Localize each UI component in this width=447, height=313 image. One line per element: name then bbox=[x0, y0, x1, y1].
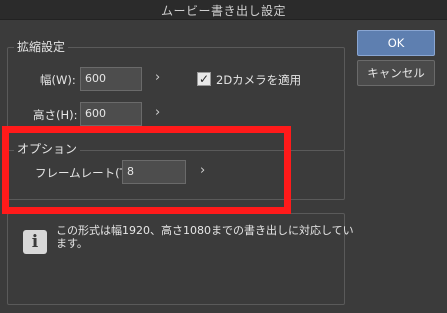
ok-button[interactable]: OK bbox=[357, 30, 435, 56]
scaling-group-label: 拡縮設定 bbox=[14, 40, 69, 54]
options-group-label: オプション bbox=[14, 142, 81, 156]
width-expand-chevron-icon[interactable]: › bbox=[155, 71, 160, 85]
apply-2d-camera-label[interactable]: 2Dカメラを適用 bbox=[216, 73, 301, 87]
info-icon: i bbox=[23, 230, 47, 254]
frame-rate-input[interactable]: 8 bbox=[122, 160, 186, 184]
width-input[interactable]: 600 bbox=[80, 67, 142, 91]
width-label: 幅(W): bbox=[40, 73, 76, 87]
checkmark-icon: ✓ bbox=[198, 72, 210, 86]
apply-2d-camera-checkbox[interactable]: ✓ bbox=[197, 72, 211, 86]
height-label: 高さ(H): bbox=[33, 108, 78, 122]
height-expand-chevron-icon[interactable]: › bbox=[155, 106, 160, 120]
info-message: この形式は幅1920、高さ1080までの書き出しに対応しています。 bbox=[56, 224, 354, 250]
info-glyph: i bbox=[31, 231, 39, 252]
window-title: ムービー書き出し設定 bbox=[160, 4, 286, 18]
cancel-button[interactable]: キャンセル bbox=[357, 60, 435, 86]
height-input[interactable]: 600 bbox=[80, 102, 142, 126]
frame-rate-label: フレームレート(T): bbox=[35, 166, 136, 180]
frame-rate-expand-chevron-icon[interactable]: › bbox=[200, 164, 205, 178]
scaling-group bbox=[7, 47, 345, 151]
title-bar[interactable]: ムービー書き出し設定 bbox=[0, 0, 447, 20]
movie-export-dialog: 拡縮設定 幅(W): 600 › ✓ 2Dカメラを適用 高さ(H): 600 ›… bbox=[0, 20, 447, 313]
